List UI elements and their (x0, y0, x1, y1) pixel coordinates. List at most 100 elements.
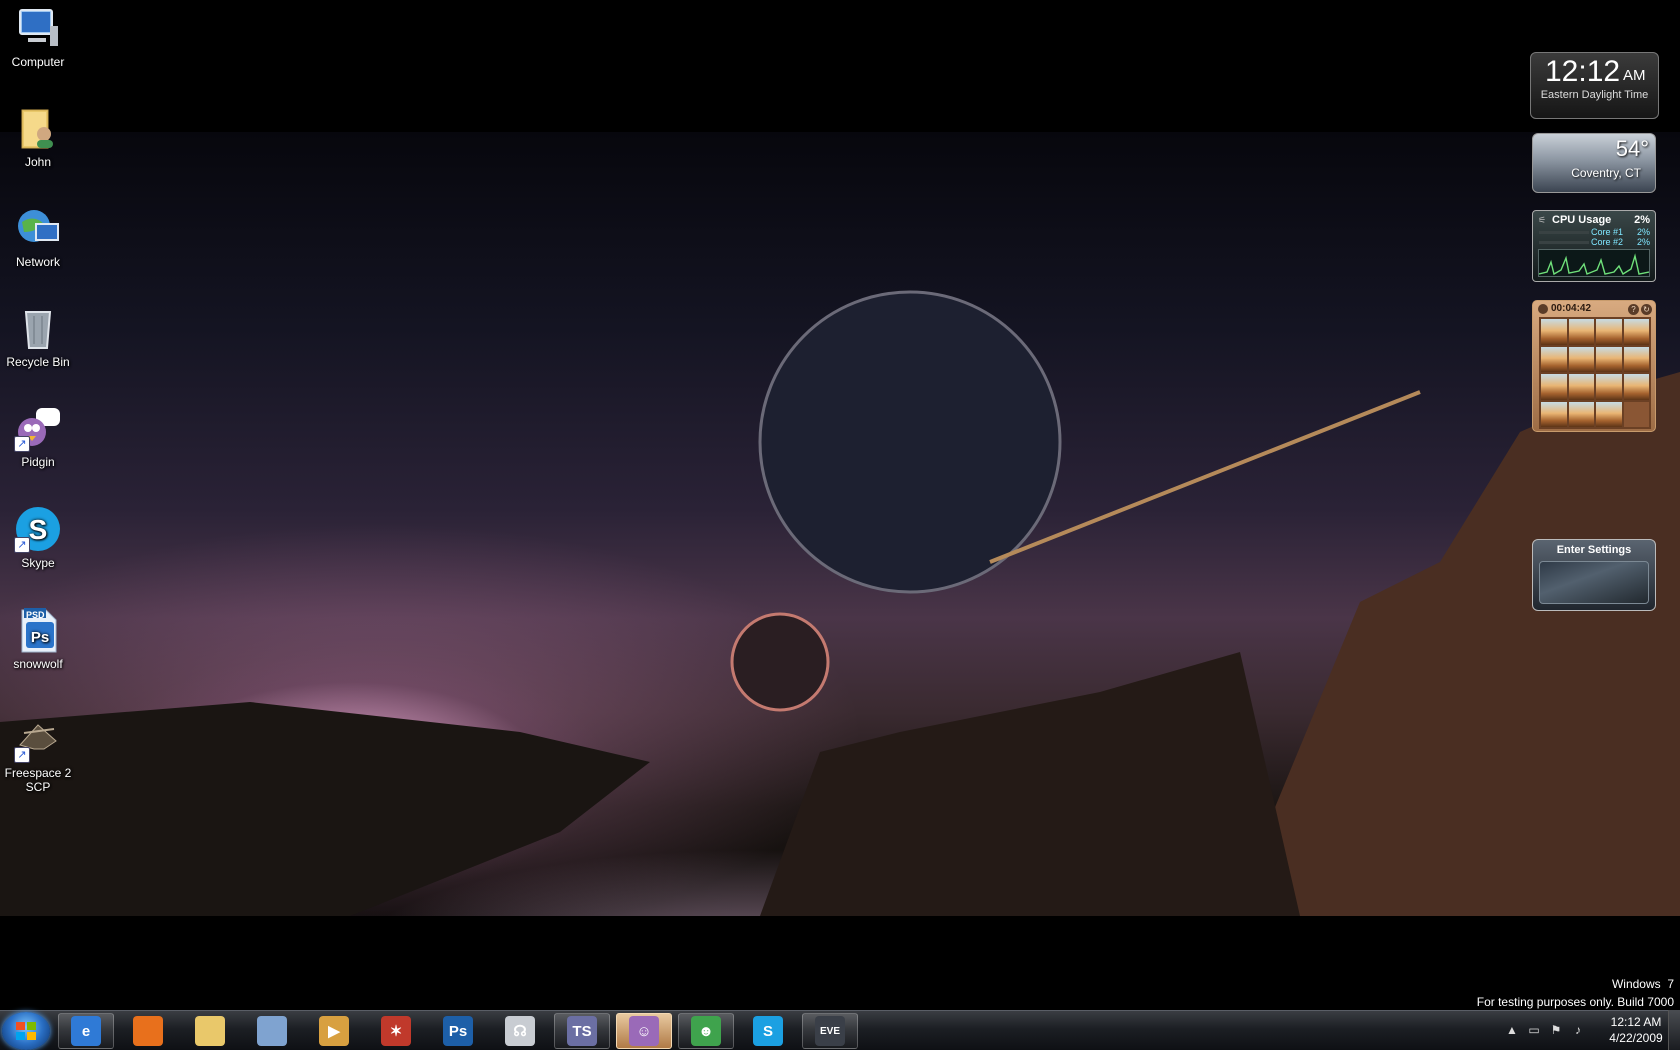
desktop-icon-network[interactable]: Network (0, 204, 76, 269)
core-2-value: 2% (1636, 237, 1650, 247)
psd-file-icon: Ps PSD (14, 606, 62, 654)
desktop-icon-label: Network (15, 255, 60, 269)
puzzle-tile[interactable] (1568, 319, 1594, 345)
cpu-meter-icon: ⚟ (1538, 215, 1547, 225)
desktop-icon-label: snowwolf (13, 657, 63, 671)
settings-gadget[interactable]: Enter Settings (1532, 539, 1656, 611)
shortcut-arrow-icon: ↗ (14, 537, 30, 553)
desktop-icon-label: Skype (21, 556, 55, 570)
clock-ampm: AM (1623, 67, 1646, 84)
puzzle-tile[interactable] (1568, 401, 1594, 427)
shortcut-arrow-icon: ↗ (14, 747, 30, 763)
taskbar-button[interactable]: TS (554, 1013, 610, 1049)
weather-temperature: 54° (1615, 136, 1649, 161)
show-desktop-button[interactable] (1668, 1010, 1680, 1050)
settings-preview-screen (1539, 561, 1649, 604)
clock-timezone: Eastern Daylight Time (1540, 89, 1649, 101)
pidgin-bird-icon: ↗ (14, 404, 62, 452)
puzzle-grid (1539, 317, 1651, 429)
puzzle-tile[interactable] (1596, 374, 1622, 400)
core-1-label: Core #1 (1591, 227, 1624, 237)
user-folder-icon (14, 104, 62, 152)
taskbar-button[interactable]: ☻ (678, 1013, 734, 1049)
desktop-icon-label: Recycle Bin (6, 355, 70, 369)
shortcut-arrow-icon: ↗ (14, 436, 30, 452)
media-player-icon: ▶ (319, 1016, 349, 1046)
internet-explorer-icon: e (71, 1016, 101, 1046)
puzzle-tile[interactable] (1541, 346, 1567, 372)
puzzle-tile[interactable] (1596, 401, 1622, 427)
clock-time: 12:12 (1545, 55, 1621, 88)
action-center-flag-icon[interactable]: ⚑ (1548, 1023, 1564, 1037)
puzzle-timer: 00:04:42 (1551, 303, 1592, 314)
svg-text:Ps: Ps (31, 629, 49, 646)
puzzle-shuffle-icon[interactable]: ↻ (1641, 304, 1652, 315)
taskbar-button[interactable] (182, 1013, 238, 1049)
skype-icon: S ↗ (14, 505, 62, 553)
tray-clock-date[interactable]: 4/22/2009 (1606, 1031, 1666, 1045)
puzzle-help-icon[interactable]: ? (1628, 304, 1639, 315)
puzzle-tile[interactable] (1541, 319, 1567, 345)
puzzle-tile[interactable] (1568, 346, 1594, 372)
weather-gadget[interactable]: 54° Coventry, CT (1532, 133, 1656, 193)
desktop-icon-computer[interactable]: Computer (0, 4, 76, 69)
cpu-history-graph (1538, 249, 1650, 277)
puzzle-tile[interactable] (1541, 374, 1567, 400)
picture-puzzle-gadget[interactable]: 00:04:42 ? ↻ (1532, 300, 1656, 432)
notification-area: ▲ ▭ ⚑ ♪ 12:12 AM 4/22/2009 (1496, 1010, 1680, 1050)
desktop-icon-label: John (24, 155, 52, 169)
enter-settings-button[interactable]: Enter Settings (1533, 544, 1655, 556)
taskbar-button[interactable] (120, 1013, 176, 1049)
puzzle-tile[interactable] (1596, 346, 1622, 372)
desktop-icon-skype[interactable]: S ↗ Skype (0, 505, 76, 570)
desktop-icon-recycle-bin[interactable]: Recycle Bin (0, 304, 76, 369)
puzzle-empty-slot (1623, 401, 1649, 427)
desktop-icon-freespace[interactable]: ↗ Freespace 2 SCP (0, 715, 76, 794)
cpu-usage-gadget[interactable]: ⚟ CPU Usage 2% Core #1 2% Core #2 2% (1532, 210, 1656, 282)
puzzle-tile[interactable] (1623, 319, 1649, 345)
psd-badge: PSD (26, 610, 45, 620)
cpu-usage-title: CPU Usage (1552, 214, 1612, 226)
desktop-icon-snowwolf[interactable]: Ps PSD snowwolf (0, 606, 76, 671)
desktop-icon-pidgin[interactable]: ↗ Pidgin (0, 404, 76, 469)
taskbar: e ▶ ✶ Ps ☊ TS ☺ ☻ S EVE (0, 1010, 1680, 1050)
puzzle-tile[interactable] (1568, 374, 1594, 400)
volume-icon[interactable]: ♪ (1570, 1023, 1586, 1037)
puzzle-tile[interactable] (1623, 346, 1649, 372)
taskbar-button[interactable]: ☊ (492, 1013, 548, 1049)
system-tool-icon (257, 1016, 287, 1046)
puzzle-tile[interactable] (1623, 374, 1649, 400)
windows-logo-icon (16, 1022, 36, 1040)
taskbar-button[interactable] (244, 1013, 300, 1049)
puzzle-tile[interactable] (1541, 401, 1567, 427)
clock-gadget[interactable]: 12:12 AM Eastern Daylight Time (1530, 52, 1659, 119)
desktop-icon-john[interactable]: John (0, 104, 76, 169)
taskbar-button[interactable]: ✶ (368, 1013, 424, 1049)
messenger-icon: ☻ (691, 1016, 721, 1046)
teamspeak-icon: TS (567, 1016, 597, 1046)
start-button[interactable] (2, 1012, 50, 1050)
taskbar-button[interactable]: Ps (430, 1013, 486, 1049)
wallpaper-image (0, 132, 1680, 916)
star-app-icon: ✶ (381, 1016, 411, 1046)
desktop: Computer John Network Recycle Bin ↗ Pidg… (0, 0, 1680, 1050)
network-tray-icon[interactable]: ▭ (1526, 1023, 1542, 1037)
network-globe-icon (14, 204, 62, 252)
puzzle-tile[interactable] (1596, 319, 1622, 345)
taskbar-button[interactable]: ▶ (306, 1013, 362, 1049)
taskbar-button[interactable]: ☺ (616, 1013, 672, 1049)
taskbar-button[interactable]: S (740, 1013, 796, 1049)
core-1-value: 2% (1636, 227, 1650, 237)
tray-clock-time[interactable]: 12:12 AM (1606, 1015, 1666, 1029)
taskbar-button[interactable]: e (58, 1013, 114, 1049)
weather-location: Coventry, CT (1571, 166, 1641, 180)
taskbar-button[interactable]: EVE (802, 1013, 858, 1049)
core-1-bar (1539, 231, 1589, 234)
puzzle-clock-icon (1538, 304, 1548, 314)
watermark-line-2: For testing purposes only. Build 7000 (1476, 995, 1674, 1009)
windows-build-watermark: Windows 7 For testing purposes only. Bui… (1477, 975, 1674, 1011)
freespace-ship-icon: ↗ (14, 715, 62, 763)
cpu-usage-total: 2% (1634, 214, 1650, 226)
core-2-bar (1539, 241, 1589, 244)
show-hidden-icons-arrow-icon[interactable]: ▲ (1504, 1023, 1520, 1037)
